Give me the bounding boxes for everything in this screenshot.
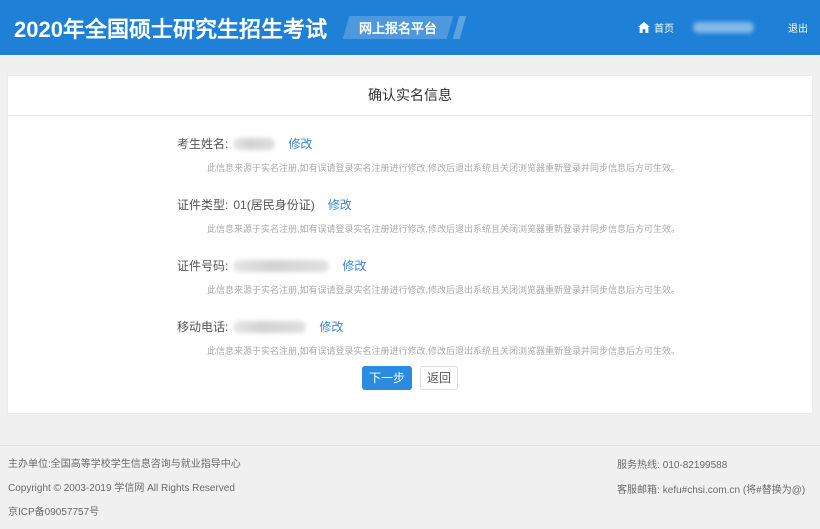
form-row-candidate-name: 考生姓名: 修改 此信息来源于实名注册,如有误请登录实名注册进行修改,修改后退出… bbox=[8, 136, 812, 173]
mobile-phone-label: 移动电话: bbox=[177, 318, 228, 335]
id-number-label: 证件号码: bbox=[177, 257, 228, 274]
field-line: 考生姓名: 修改 bbox=[177, 136, 812, 151]
button-row: 下一步 返回 bbox=[8, 366, 812, 390]
platform-badge-label: 网上报名平台 bbox=[359, 18, 437, 37]
footer-icp: 京ICP备09057757号 bbox=[8, 501, 812, 525]
candidate-name-modify-link[interactable]: 修改 bbox=[288, 135, 312, 152]
candidate-name-hint: 此信息来源于实名注册,如有误请登录实名注册进行修改,修改后退出系统且关闭浏览器重… bbox=[207, 163, 812, 173]
form-row-id-type: 证件类型: 01(居民身份证) 修改 此信息来源于实名注册,如有误请登录实名注册… bbox=[8, 197, 812, 234]
header-nav: 首页 退出 bbox=[638, 20, 808, 35]
email-label: 客服邮箱: bbox=[617, 485, 660, 496]
site-title: 2020年全国硕士研究生招生考试 bbox=[14, 12, 327, 44]
nav-home-label: 首页 bbox=[654, 20, 674, 35]
badge-accent-slash bbox=[453, 16, 467, 39]
mobile-phone-hint: 此信息来源于实名注册,如有误请登录实名注册进行修改,修改后退出系统且关闭浏览器重… bbox=[207, 346, 812, 356]
page-footer: 主办单位:全国高等学校学生信息咨询与就业指导中心 Copyright © 200… bbox=[0, 445, 820, 529]
form-row-mobile-phone: 移动电话: 修改 此信息来源于实名注册,如有误请登录实名注册进行修改,修改后退出… bbox=[8, 319, 812, 356]
hotline-label: 服务热线: bbox=[617, 460, 660, 471]
mobile-phone-masked-value bbox=[233, 321, 306, 333]
field-line: 证件类型: 01(居民身份证) 修改 bbox=[177, 197, 812, 212]
nav-home-link[interactable]: 首页 bbox=[638, 20, 674, 35]
id-type-modify-link[interactable]: 修改 bbox=[328, 196, 352, 213]
field-line: 证件号码: 修改 bbox=[177, 258, 812, 273]
platform-badge: 网上报名平台 bbox=[343, 16, 454, 39]
mobile-phone-modify-link[interactable]: 修改 bbox=[319, 318, 343, 335]
candidate-name-label: 考生姓名: bbox=[177, 135, 228, 152]
nav-logout-link[interactable]: 退出 bbox=[788, 20, 808, 35]
back-button[interactable]: 返回 bbox=[420, 366, 458, 390]
id-type-hint: 此信息来源于实名注册,如有误请登录实名注册进行修改,修改后退出系统且关闭浏览器重… bbox=[207, 224, 812, 234]
candidate-name-masked-value bbox=[233, 138, 275, 150]
page-title: 确认实名信息 bbox=[8, 76, 812, 116]
main-area: 确认实名信息 考生姓名: 修改 此信息来源于实名注册,如有误请登录实名注册进行修… bbox=[0, 55, 820, 414]
footer-contact-block: 服务热线:010-82199588 客服邮箱:kefu#chsi.com.cn … bbox=[617, 453, 805, 503]
confirm-info-card: 确认实名信息 考生姓名: 修改 此信息来源于实名注册,如有误请登录实名注册进行修… bbox=[7, 75, 813, 414]
email-value: kefu#chsi.com.cn (将#替换为@) bbox=[663, 485, 805, 496]
id-number-modify-link[interactable]: 修改 bbox=[342, 257, 366, 274]
id-type-value: 01(居民身份证) bbox=[233, 196, 314, 213]
id-number-masked-value bbox=[233, 260, 329, 272]
confirm-info-form: 考生姓名: 修改 此信息来源于实名注册,如有误请登录实名注册进行修改,修改后退出… bbox=[8, 116, 812, 390]
home-icon bbox=[638, 22, 650, 33]
next-step-button[interactable]: 下一步 bbox=[362, 366, 412, 390]
hotline-number: 010-82199588 bbox=[663, 460, 728, 471]
footer-email-line: 客服邮箱:kefu#chsi.com.cn (将#替换为@) bbox=[617, 478, 805, 503]
id-number-hint: 此信息来源于实名注册,如有误请登录实名注册进行修改,修改后退出系统且关闭浏览器重… bbox=[207, 285, 812, 295]
id-type-label: 证件类型: bbox=[177, 196, 228, 213]
form-row-id-number: 证件号码: 修改 此信息来源于实名注册,如有误请登录实名注册进行修改,修改后退出… bbox=[8, 258, 812, 295]
username-masked bbox=[693, 22, 754, 33]
field-line: 移动电话: 修改 bbox=[177, 319, 812, 334]
app-header: 2020年全国硕士研究生招生考试 网上报名平台 首页 退出 bbox=[0, 0, 820, 55]
footer-hotline-line: 服务热线:010-82199588 bbox=[617, 453, 805, 478]
